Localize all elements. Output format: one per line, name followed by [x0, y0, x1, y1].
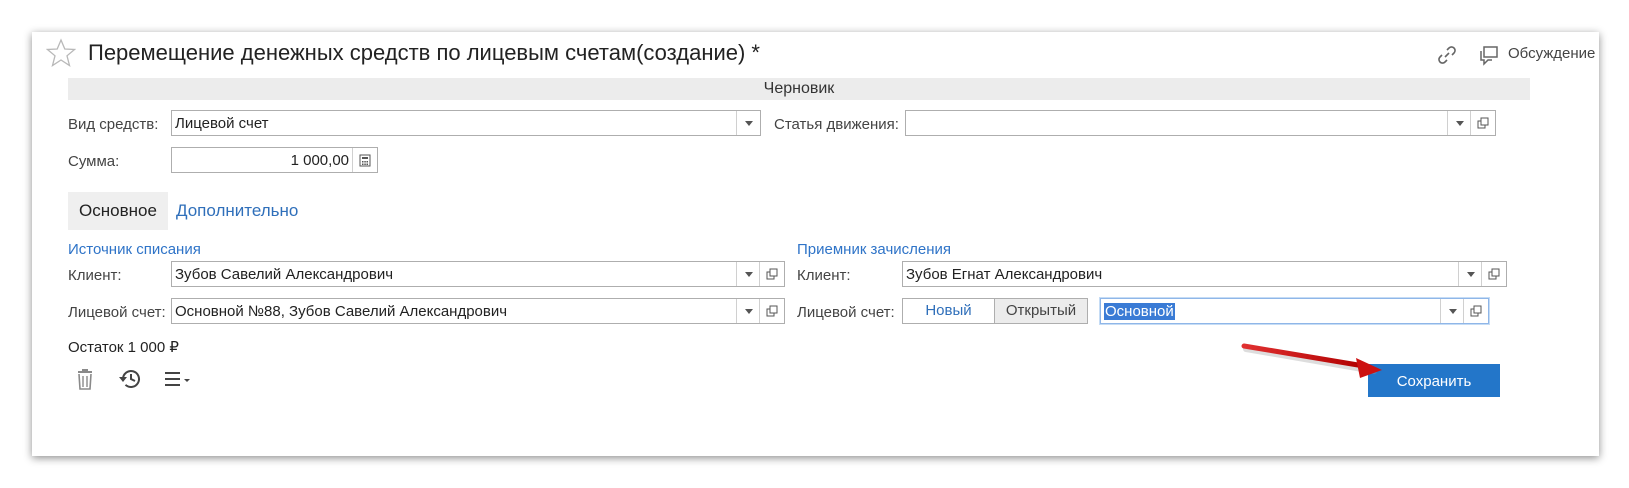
- amount-field[interactable]: 1 000,00: [171, 147, 378, 173]
- amount-value: 1 000,00: [290, 152, 349, 169]
- source-client-value: Зубов Савелий Александрович: [175, 266, 394, 283]
- source-account-label: Лицевой счет:: [68, 304, 166, 321]
- receiver-account-label: Лицевой счет:: [797, 304, 895, 321]
- open-icon[interactable]: [759, 299, 784, 323]
- chevron-down-icon[interactable]: [1458, 262, 1482, 286]
- open-icon[interactable]: [1481, 262, 1506, 286]
- chevron-down-icon[interactable]: [1447, 111, 1471, 135]
- receiver-account-value: Основной: [1104, 303, 1175, 320]
- source-client-field[interactable]: Зубов Савелий Александрович: [171, 261, 785, 287]
- tab-main[interactable]: Основное: [68, 192, 168, 230]
- tab-additional[interactable]: Дополнительно: [176, 192, 298, 230]
- history-icon[interactable]: [116, 364, 146, 394]
- page-title: Перемещение денежных средств по лицевым …: [88, 40, 760, 65]
- receiver-section-title: Приемник зачисления: [797, 241, 952, 258]
- open-icon[interactable]: [759, 262, 784, 286]
- chevron-down-icon[interactable]: [736, 299, 760, 323]
- fund-type-label: Вид средств:: [68, 116, 159, 133]
- source-account-field[interactable]: Основной №88, Зубов Савелий Александрови…: [171, 298, 785, 324]
- title-bar: Перемещение денежных средств по лицевым …: [32, 32, 1599, 72]
- calculator-icon[interactable]: [352, 148, 377, 172]
- document-window: Перемещение денежных средств по лицевым …: [32, 32, 1599, 456]
- chevron-down-icon[interactable]: [1440, 299, 1464, 323]
- receiver-client-value: Зубов Егнат Александрович: [906, 266, 1103, 283]
- annotation-arrow-icon: [1241, 343, 1382, 378]
- fund-type-field[interactable]: Лицевой счет: [171, 110, 761, 136]
- movement-field[interactable]: [905, 110, 1496, 136]
- source-account-value: Основной №88, Зубов Савелий Александрови…: [175, 303, 508, 320]
- chevron-down-icon[interactable]: [736, 111, 760, 135]
- open-icon[interactable]: [1463, 299, 1488, 323]
- discussion-button[interactable]: Обсуждение: [1508, 45, 1595, 62]
- receiver-client-label: Клиент:: [797, 267, 851, 284]
- account-mode-new-button[interactable]: Новый: [902, 298, 995, 324]
- status-badge: Черновик: [68, 78, 1530, 100]
- trash-icon[interactable]: [70, 364, 100, 394]
- discussion-icon[interactable]: [1478, 44, 1500, 66]
- source-client-label: Клиент:: [68, 267, 122, 284]
- receiver-account-field[interactable]: Основной: [1100, 298, 1489, 324]
- link-icon[interactable]: [1436, 44, 1458, 66]
- balance-text: Остаток 1 000 ₽: [68, 339, 179, 356]
- source-section-title: Источник списания: [68, 241, 201, 258]
- more-menu-icon[interactable]: [162, 364, 192, 394]
- account-mode-open-button[interactable]: Открытый: [994, 298, 1088, 324]
- favorite-star-icon[interactable]: [46, 38, 76, 68]
- amount-label: Сумма:: [68, 153, 120, 170]
- open-icon[interactable]: [1470, 111, 1495, 135]
- fund-type-value: Лицевой счет: [175, 115, 269, 132]
- movement-label: Статья движения:: [774, 116, 899, 133]
- chevron-down-icon[interactable]: [736, 262, 760, 286]
- receiver-client-field[interactable]: Зубов Егнат Александрович: [902, 261, 1507, 287]
